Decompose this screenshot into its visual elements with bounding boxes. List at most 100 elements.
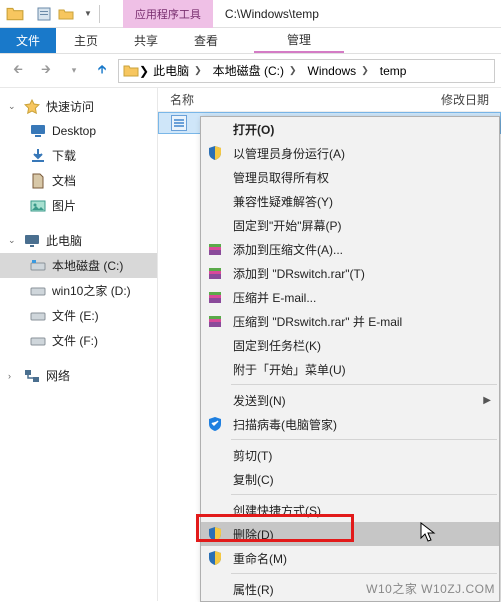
collapse-icon[interactable]: ⌄ (8, 235, 18, 246)
breadcrumb-this-pc[interactable]: 此电脑❯ (149, 62, 209, 79)
column-name[interactable]: 名称 (170, 91, 441, 108)
breadcrumb-bar[interactable]: ❯ 此电脑❯ 本地磁盘 (C:)❯ Windows❯ temp (118, 59, 495, 83)
tab-share[interactable]: 共享 (116, 28, 176, 53)
drive-icon (30, 258, 46, 274)
nav-back-button[interactable]: 🡰 (6, 59, 30, 83)
drive-icon (30, 283, 46, 299)
shield-icon (207, 550, 223, 566)
menu-label: 附于「开始」菜单(U) (233, 361, 491, 378)
menu-cut[interactable]: 剪切(T) (201, 443, 499, 467)
sidebar-network[interactable]: › 网络 (0, 363, 157, 388)
menu-separator (231, 573, 497, 574)
shield-icon (207, 526, 223, 542)
tab-home[interactable]: 主页 (56, 28, 116, 53)
tab-manage[interactable]: 管理 (254, 28, 344, 53)
menu-label: 压缩到 "DRswitch.rar" 并 E-mail (233, 313, 491, 330)
pictures-icon (30, 198, 46, 214)
desktop-icon (30, 123, 46, 139)
sidebar-this-pc[interactable]: ⌄ 此电脑 (0, 228, 157, 253)
breadcrumb-drive-c[interactable]: 本地磁盘 (C:)❯ (209, 62, 304, 79)
sidebar-label: 快速访问 (46, 98, 94, 115)
sidebar-quick-access[interactable]: ⌄ 快速访问 (0, 94, 157, 119)
chevron-right-icon[interactable]: ❯ (191, 65, 205, 76)
sidebar-item-drive-c[interactable]: 本地磁盘 (C:) (0, 253, 157, 278)
menu-compress-drswitch-email[interactable]: 压缩到 "DRswitch.rar" 并 E-mail (201, 309, 499, 333)
menu-send-to[interactable]: 发送到(N) ▶ (201, 388, 499, 412)
nav-forward-button: 🡲 (34, 59, 58, 83)
chevron-right-icon[interactable]: ❯ (286, 65, 300, 76)
menu-scan-virus[interactable]: 扫描病毒(电脑管家) (201, 412, 499, 436)
sidebar-item-documents[interactable]: 文档 (0, 168, 157, 193)
drive-icon (30, 333, 46, 349)
menu-pin-taskbar[interactable]: 固定到任务栏(K) (201, 333, 499, 357)
menu-label: 管理员取得所有权 (233, 169, 491, 186)
sidebar-item-drive-e[interactable]: 文件 (E:) (0, 303, 157, 328)
menu-rename[interactable]: 重命名(M) (201, 546, 499, 570)
tab-file[interactable]: 文件 (0, 28, 56, 53)
menu-add-to-drswitch[interactable]: 添加到 "DRswitch.rar"(T) (201, 261, 499, 285)
sidebar-item-pictures[interactable]: 图片 (0, 193, 157, 218)
menu-create-shortcut[interactable]: 创建快捷方式(S) (201, 498, 499, 522)
sidebar-item-downloads[interactable]: 下载 (0, 143, 157, 168)
window-title: C:\Windows\temp (213, 7, 331, 21)
breadcrumb-windows[interactable]: Windows❯ (304, 64, 376, 78)
collapse-icon[interactable]: ⌄ (8, 101, 18, 112)
new-folder-icon[interactable] (58, 6, 74, 22)
menu-label: 创建快捷方式(S) (233, 502, 491, 519)
winrar-icon (207, 265, 223, 281)
sidebar-item-label: 本地磁盘 (C:) (52, 257, 123, 274)
ribbon-tabs: 文件 主页 共享 查看 管理 (0, 28, 501, 54)
nav-recent-dropdown[interactable]: ▾ (62, 59, 86, 83)
network-icon (24, 368, 40, 384)
quick-access-toolbar (30, 6, 80, 22)
sidebar-item-label: 下载 (52, 147, 76, 164)
menu-run-as-admin[interactable]: 以管理员身份运行(A) (201, 141, 499, 165)
menu-take-ownership[interactable]: 管理员取得所有权 (201, 165, 499, 189)
sidebar-item-label: 文档 (52, 172, 76, 189)
menu-label: 扫描病毒(电脑管家) (233, 416, 491, 433)
menu-pin-start[interactable]: 固定到"开始"屏幕(P) (201, 213, 499, 237)
menu-copy[interactable]: 复制(C) (201, 467, 499, 491)
menu-compress-email[interactable]: 压缩并 E-mail... (201, 285, 499, 309)
menu-label: 兼容性疑难解答(Y) (233, 193, 491, 210)
submenu-arrow-icon: ▶ (483, 395, 491, 406)
menu-add-archive[interactable]: 添加到压缩文件(A)... (201, 237, 499, 261)
column-headers: 名称 修改日期 (158, 88, 501, 112)
download-icon (30, 148, 46, 164)
breadcrumb-label: 本地磁盘 (C:) (213, 62, 284, 79)
sidebar-item-drive-d[interactable]: win10之家 (D:) (0, 278, 157, 303)
breadcrumb-label: temp (380, 64, 407, 78)
document-icon (30, 173, 46, 189)
menu-troubleshoot-compat[interactable]: 兼容性疑难解答(Y) (201, 189, 499, 213)
qat-dropdown-icon[interactable]: ▼ (80, 9, 96, 18)
tencent-icon (207, 416, 223, 432)
menu-attach-start[interactable]: 附于「开始」菜单(U) (201, 357, 499, 381)
sidebar-item-desktop[interactable]: Desktop (0, 119, 157, 143)
breadcrumb-label: Windows (308, 64, 357, 78)
sidebar-item-label: 文件 (E:) (52, 307, 99, 324)
menu-label: 以管理员身份运行(A) (233, 145, 491, 162)
sidebar-item-drive-f[interactable]: 文件 (F:) (0, 328, 157, 353)
menu-open[interactable]: 打开(O) (201, 117, 499, 141)
menu-label: 压缩并 E-mail... (233, 289, 491, 306)
star-icon (24, 99, 40, 115)
breadcrumb-temp[interactable]: temp (376, 64, 411, 78)
menu-label: 固定到"开始"屏幕(P) (233, 217, 491, 234)
watermark: W10之家 W10ZJ.COM (366, 580, 495, 597)
winrar-icon (207, 289, 223, 305)
nav-up-button[interactable]: 🡱 (90, 59, 114, 83)
navigation-pane: ⌄ 快速访问 Desktop 下载 文档 图片 ⌄ 此电脑 本地磁盘 (C:) … (0, 88, 158, 601)
menu-delete[interactable]: 删除(D) (201, 522, 499, 546)
menu-label: 删除(D) (233, 526, 491, 543)
menu-label: 发送到(N) (233, 392, 475, 409)
expand-icon[interactable]: › (8, 371, 18, 381)
menu-label: 复制(C) (233, 471, 491, 488)
column-date[interactable]: 修改日期 (441, 91, 501, 108)
winrar-icon (207, 241, 223, 257)
chevron-right-icon[interactable]: ❯ (358, 65, 372, 76)
tab-view[interactable]: 查看 (176, 28, 236, 53)
properties-icon[interactable] (36, 6, 52, 22)
menu-label: 添加到压缩文件(A)... (233, 241, 491, 258)
menu-label: 固定到任务栏(K) (233, 337, 491, 354)
chevron-right-icon[interactable]: ❯ (139, 64, 149, 78)
